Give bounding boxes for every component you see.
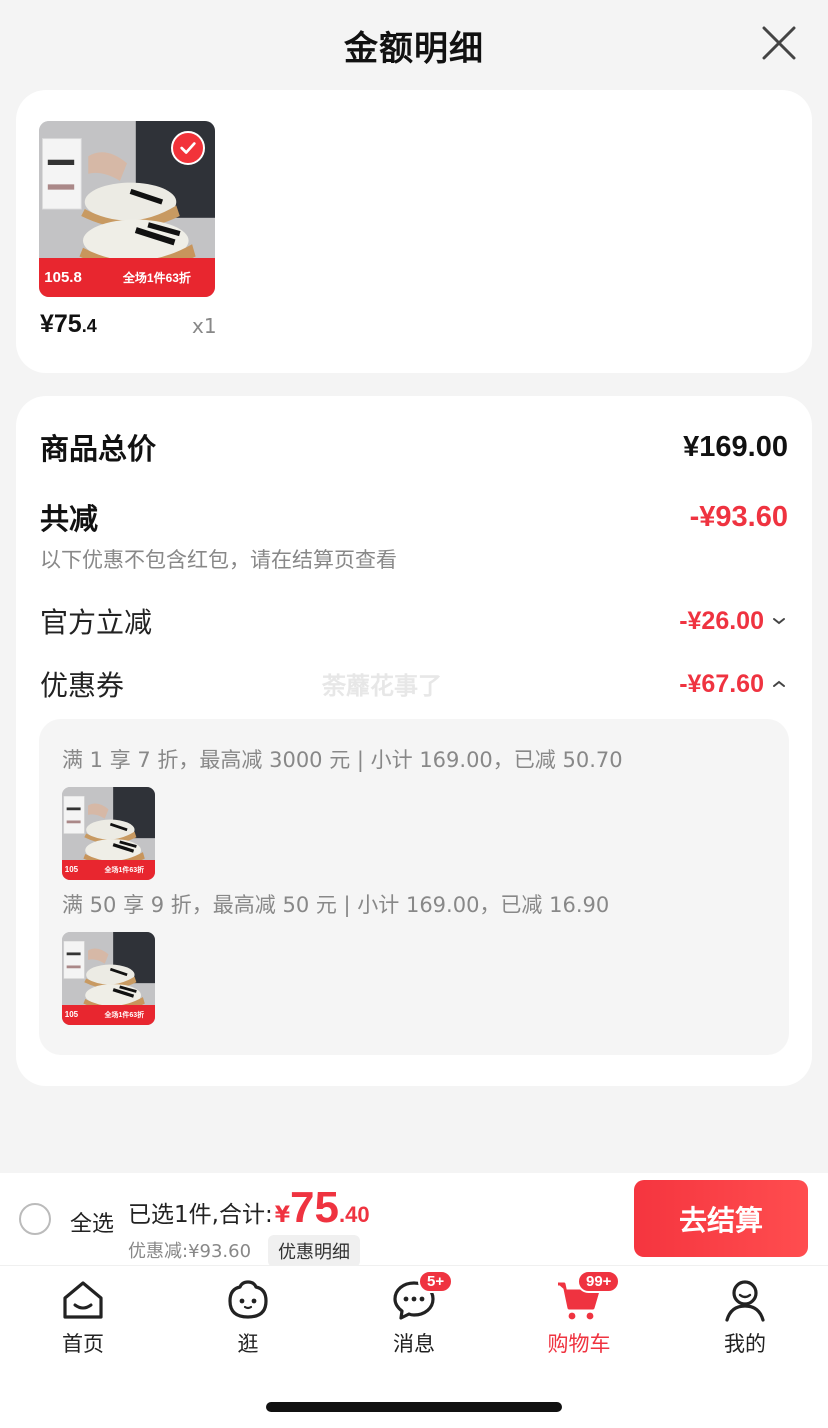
reduce-value: -¥93.60 [689,500,788,533]
checkout-bar: 全选 已选1件,合计: ¥ 75 .40 优惠减:¥93.60 优惠明细 去结算 [0,1173,828,1267]
tab-cart[interactable]: 99+ 购物车 [519,1270,639,1366]
discount-detail-button[interactable]: 优惠明细 [268,1235,360,1267]
product-price: ¥75.4 [40,310,97,339]
total-value: ¥169.00 [683,430,788,463]
face-icon [228,1280,268,1319]
total-amount-dec: .40 [338,1202,370,1227]
chevron-up-icon[interactable] [770,675,788,693]
product-thumbnail[interactable]: 105.8 全场1件63折 [39,121,215,297]
promo-price: 105 [64,865,79,875]
coupon-item-thumbnail: 105 全场1件63折 [62,787,155,880]
coupon-item-thumbnail: 105 全场1件63折 [62,932,155,1025]
discount-note: 以下优惠不包含红包，请在结算页查看 [40,548,397,572]
promo-price: 105 [64,1010,79,1020]
tab-label: 首页 [62,1332,104,1356]
close-icon[interactable] [760,24,798,62]
close-button[interactable] [760,24,798,62]
promo-strip: 105 全场1件63折 [62,859,155,880]
tab-label: 消息 [393,1332,435,1356]
official-value-wrap[interactable]: -¥26.00 [679,607,788,636]
product-price-dec: .4 [81,316,97,336]
coupon-value: -¥67.60 [679,669,764,698]
discount-text: 优惠减:¥93.60 [128,1241,252,1262]
home-icon [63,1281,103,1319]
product-quantity: x1 [192,314,217,338]
official-discount-row[interactable]: 官方立减 -¥26.00 [40,601,788,641]
coupon-value-wrap[interactable]: -¥67.60 [679,670,788,699]
promo-text: 全场1件63折 [104,1011,145,1019]
product-card: 105.8 全场1件63折 ¥75.4 x1 [16,90,812,373]
tab-home[interactable]: 首页 [23,1276,143,1366]
watermark: 荼蘼花事了 [322,672,442,700]
reduce-label: 共减 [40,502,99,536]
promo-strip: 105 全场1件63折 [62,1004,155,1025]
total-amount-int: 75 [290,1183,339,1232]
tab-label: 我的 [724,1332,766,1356]
selected-text: 已选1件,合计: [128,1202,273,1228]
official-label: 官方立减 [40,606,153,639]
coupon-rule-1: 满 1 享 7 折，最高减 3000 元 | 小计 169.00，已减 50.7… [62,748,623,772]
coupon-detail-panel: 满 1 享 7 折，最高减 3000 元 | 小计 169.00，已减 50.7… [39,719,789,1055]
chevron-down-icon[interactable] [770,612,788,630]
checkout-button[interactable]: 去结算 [634,1180,808,1257]
select-all-checkbox[interactable] [19,1203,51,1235]
reduce-row: 共减 -¥93.60 [40,496,788,538]
tab-messages[interactable]: 5+ 消息 [354,1270,474,1366]
tab-profile[interactable]: 我的 [685,1276,805,1366]
selected-summary: 已选1件,合计: ¥ 75 .40 [128,1183,370,1233]
cart-badge: 99+ [577,1270,621,1293]
tab-label: 逛 [237,1332,259,1356]
coupon-rule-2: 满 50 享 9 折，最高减 50 元 | 小计 169.00，已减 16.90 [62,893,610,917]
coupon-label: 优惠券 [40,669,125,702]
home-indicator [266,1402,562,1412]
promo-price: 105.8 [44,269,82,287]
promo-text: 全场1件63折 [122,271,191,286]
total-row: 商品总价 ¥169.00 [40,426,788,468]
promo-text: 全场1件63折 [104,866,145,874]
message-badge: 5+ [418,1270,454,1293]
profile-icon [725,1280,765,1322]
tab-label: 购物车 [547,1332,611,1356]
amount-detail-card: 商品总价 ¥169.00 共减 -¥93.60 以下优惠不包含红包，请在结算页查… [16,396,812,1086]
header: 金额明细 [0,0,828,90]
tab-browse[interactable]: 逛 [188,1276,308,1366]
select-all-label[interactable]: 全选 [70,1206,114,1238]
page-title: 金额明细 [344,28,484,69]
currency-symbol: ¥ [274,1203,291,1228]
selected-check-badge[interactable] [171,131,205,165]
official-value: -¥26.00 [679,606,764,635]
product-price-int: ¥75 [40,310,82,338]
check-icon [180,142,196,154]
total-label: 商品总价 [40,432,157,466]
promo-strip: 105.8 全场1件63折 [39,258,215,297]
